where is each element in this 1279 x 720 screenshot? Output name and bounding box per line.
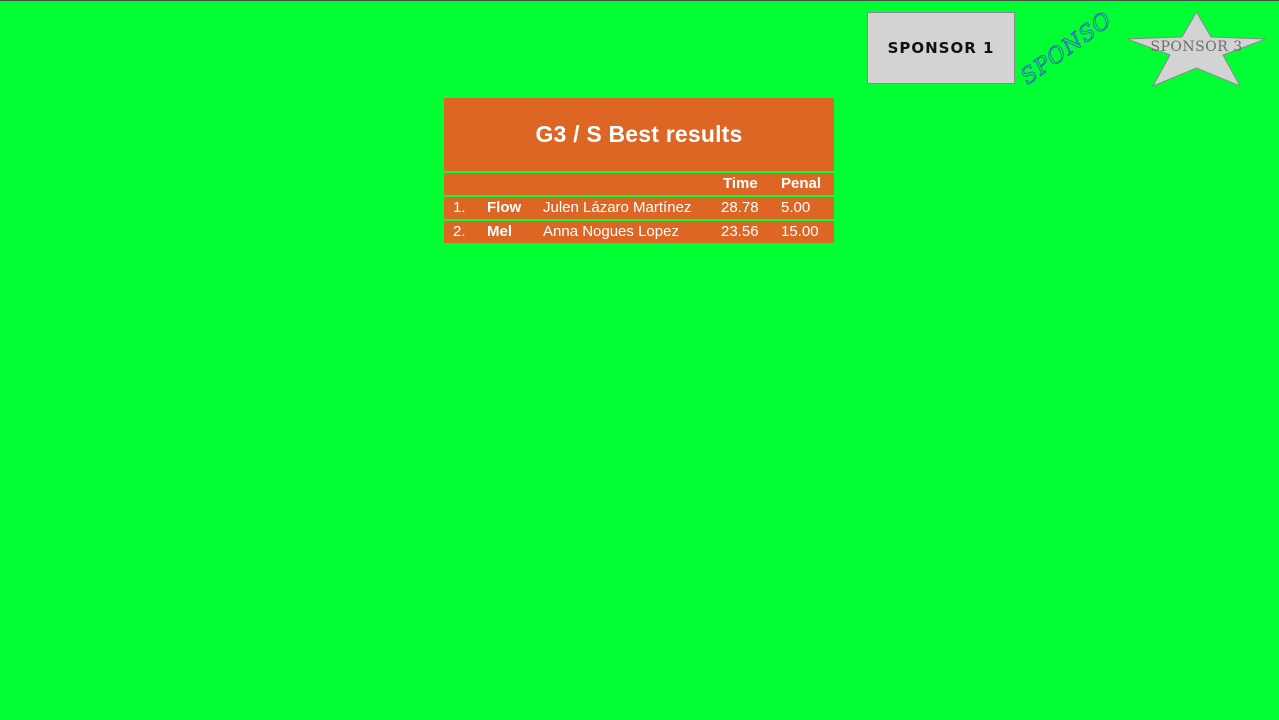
result-handler-name: Anna Nogues Lopez xyxy=(543,223,679,240)
results-row: 2. Mel Anna Nogues Lopez 23.56 15.00 xyxy=(444,221,834,243)
result-penalty: 15.00 xyxy=(781,223,819,240)
result-dog-name: Flow xyxy=(487,199,522,216)
sponsor-2-label: SPONSOR 2 xyxy=(1018,5,1117,91)
results-header-row: Time Penal xyxy=(444,173,834,195)
result-dog-name: Mel xyxy=(487,223,513,240)
results-panel: G3 / S Best results Time Penal 1. Flow J… xyxy=(444,98,834,243)
result-position: 1. xyxy=(453,199,466,216)
time-column-header: Time xyxy=(723,175,758,192)
result-position: 2. xyxy=(453,223,466,240)
result-penalty: 5.00 xyxy=(781,199,811,216)
results-row: 1. Flow Julen Lázaro Martínez 28.78 5.00 xyxy=(444,197,834,219)
sponsor-2-logo: SPONSOR 2 xyxy=(1018,5,1117,91)
result-time: 23.56 xyxy=(721,223,759,240)
results-title: G3 / S Best results xyxy=(444,98,834,171)
sponsor-3-label: SPONSOR 3 xyxy=(1150,39,1243,55)
sponsor-3-logo: SPONSOR 3 xyxy=(1125,10,1268,88)
sponsor-1-logo: SPONSOR 1 xyxy=(867,12,1015,84)
result-handler-name: Julen Lázaro Martínez xyxy=(543,199,692,216)
svg-text:SPONSOR 2: SPONSOR 2 xyxy=(1018,5,1117,90)
penalty-column-header: Penal xyxy=(781,175,822,192)
result-time: 28.78 xyxy=(721,199,759,216)
